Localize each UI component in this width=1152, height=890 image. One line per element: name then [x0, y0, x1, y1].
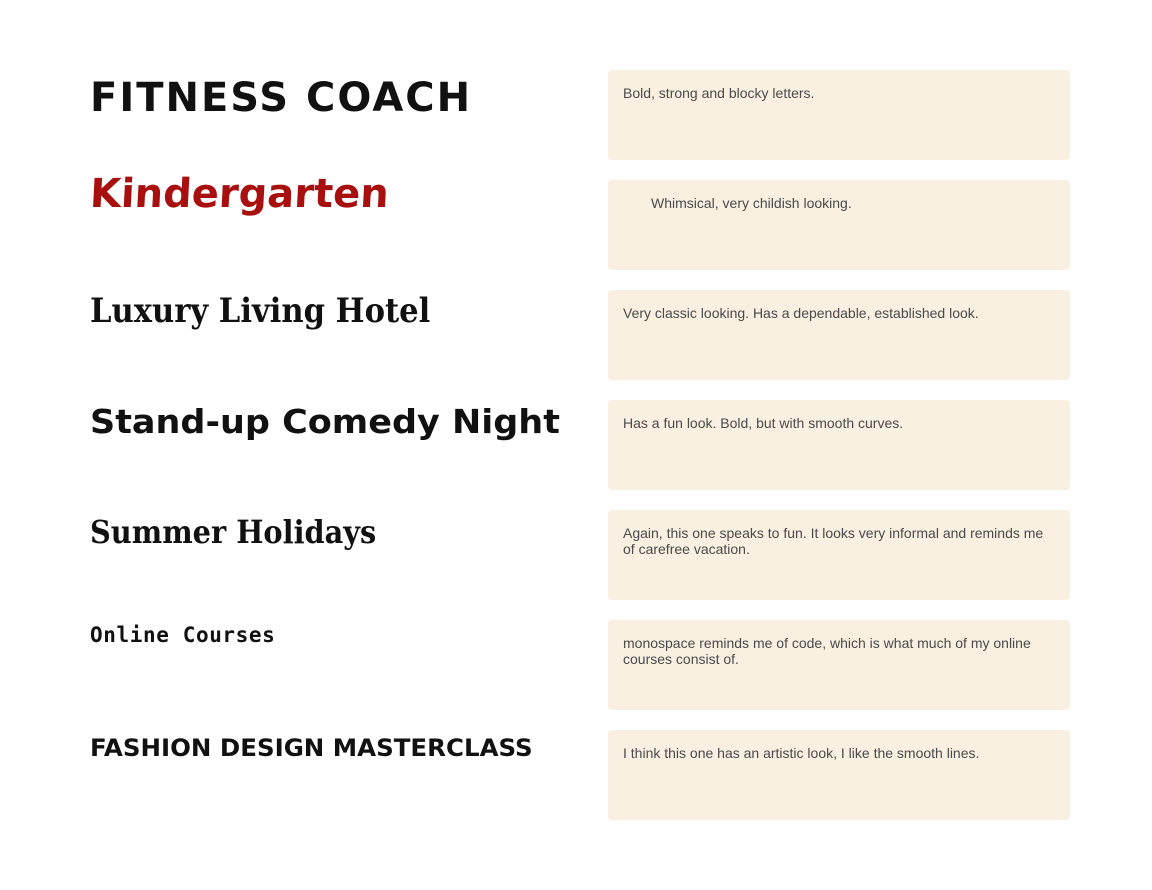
font-sample-online-courses: Online Courses: [90, 623, 276, 647]
font-sample-stand-up-comedy-night: Stand-up Comedy Night: [90, 402, 560, 441]
comment-text: monospace reminds me of code, which is w…: [623, 635, 1031, 667]
font-sample-summer-holidays: Summer Holidays: [90, 513, 377, 551]
font-sample-luxury-living-hotel: Luxury Living Hotel: [90, 291, 431, 331]
comment-box-luxury-living-hotel[interactable]: Very classic looking. Has a dependable, …: [608, 290, 1070, 380]
comment-text: Very classic looking. Has a dependable, …: [623, 305, 979, 321]
comment-box-online-courses[interactable]: monospace reminds me of code, which is w…: [608, 620, 1070, 710]
comment-text: Whimsical, very childish looking.: [651, 195, 852, 211]
comment-box-summer-holidays[interactable]: Again, this one speaks to fun. It looks …: [608, 510, 1070, 600]
comment-box-fitness-coach[interactable]: Bold, strong and blocky letters.: [608, 70, 1070, 160]
comment-box-stand-up-comedy-night[interactable]: Has a fun look. Bold, but with smooth cu…: [608, 400, 1070, 490]
comment-text: Again, this one speaks to fun. It looks …: [623, 525, 1044, 557]
comment-box-fashion-design-masterclass[interactable]: I think this one has an artistic look, I…: [608, 730, 1070, 820]
comment-text: Bold, strong and blocky letters.: [623, 85, 815, 101]
comment-text: I think this one has an artistic look, I…: [623, 745, 980, 761]
comment-text: Has a fun look. Bold, but with smooth cu…: [623, 415, 904, 431]
font-sample-kindergarten: Kindergarten: [88, 171, 390, 217]
font-sample-fashion-design-masterclass: FASHION DESIGN MASTERCLASS: [90, 734, 533, 762]
comment-box-kindergarten[interactable]: Whimsical, very childish looking.: [608, 180, 1070, 270]
font-sample-fitness-coach: FITNESS COACH: [90, 75, 473, 121]
